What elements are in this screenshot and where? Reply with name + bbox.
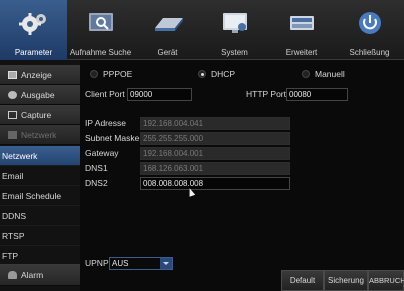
monitor-icon: [8, 71, 17, 79]
alarm-icon: [8, 271, 17, 279]
sidebar-subitem-ftp[interactable]: FTP: [0, 246, 80, 266]
sidebar-item-label: Netzwerk: [21, 130, 57, 140]
dns2-input[interactable]: 008.008.008.008: [140, 177, 290, 190]
sidebar-item-capture[interactable]: Capture: [0, 105, 80, 125]
save-button[interactable]: Sicherung: [324, 270, 368, 291]
sidebar: Anzeige Ausgabe Capture Netzwerk Netzwer…: [0, 60, 80, 291]
gears-icon: [18, 13, 46, 35]
sidebar-subitem-label: Netzwerk: [2, 151, 38, 161]
dns1-label: DNS1: [85, 163, 108, 173]
sidebar-subitem-email[interactable]: Email: [0, 166, 80, 186]
advanced-icon: [289, 16, 314, 30]
radio-manuell[interactable]: Manuell: [302, 69, 345, 79]
http-port-input[interactable]: 00080: [286, 88, 348, 101]
gateway-label: Gateway: [85, 148, 119, 158]
sidebar-item-label: Anzeige: [21, 70, 52, 80]
tab-parameter-label: Parameter: [14, 48, 53, 57]
sidebar-subitem-label: FTP: [2, 251, 19, 261]
upnp-value: AUS: [112, 259, 129, 268]
ip-address-label: IP Adresse: [85, 118, 126, 128]
sidebar-item-alarm[interactable]: Alarm: [0, 264, 80, 286]
tab-schliessung-label: Schließung: [349, 48, 390, 57]
tab-geraet[interactable]: Gerät: [134, 0, 201, 60]
tab-aufnahme-suche-label: Aufnahme Suche: [69, 48, 132, 57]
tab-parameter[interactable]: Parameter: [0, 0, 67, 60]
radio-dhcp[interactable]: DHCP: [198, 69, 235, 79]
http-port-label: HTTP Port: [246, 89, 286, 99]
sidebar-subitem-label: Email: [2, 171, 24, 181]
ip-address-field: IP Adresse 192.168.004.041: [85, 117, 295, 130]
network-icon: [8, 131, 17, 139]
radio-dot-selected: [198, 70, 206, 78]
radio-dot: [302, 70, 310, 78]
power-icon: [358, 12, 381, 34]
search-monitor-icon: [88, 13, 113, 31]
sidebar-subitem-ddns[interactable]: DDNS: [0, 206, 80, 226]
tab-geraet-label: Gerät: [157, 48, 178, 57]
gateway-field: Gateway 192.168.004.001: [85, 147, 295, 160]
network-settings-panel: PPPOE DHCP Manuell Client Port 09000 HTT…: [80, 60, 404, 291]
network-mode-group: PPPOE DHCP Manuell: [80, 68, 404, 82]
subnet-mask-input[interactable]: 255.255.255.000: [140, 132, 290, 145]
sidebar-subitem-label: RTSP: [2, 231, 25, 241]
upnp-label: UPNP: [85, 258, 109, 268]
dns1-input[interactable]: 168.126.063.001: [140, 162, 290, 175]
sidebar-item-label: Alarm: [21, 270, 44, 280]
radio-dot: [90, 70, 98, 78]
http-port-field: HTTP Port 00080: [246, 88, 404, 101]
default-button[interactable]: Default: [281, 270, 324, 291]
sidebar-item-label: Ausgabe: [21, 90, 55, 100]
sidebar-subitem-label: DDNS: [2, 211, 27, 221]
tab-erweitert[interactable]: Erweitert: [268, 0, 335, 60]
tab-aufnahme-suche[interactable]: Aufnahme Suche: [67, 0, 134, 60]
client-port-label: Client Port: [85, 89, 125, 99]
gear-icon: [8, 91, 17, 99]
radio-pppoe[interactable]: PPPOE: [90, 69, 132, 79]
sidebar-item-netzwerk-category[interactable]: Netzwerk: [0, 125, 80, 145]
tab-system-label: System: [221, 48, 248, 57]
client-port-field: Client Port 09000: [85, 88, 195, 101]
dns2-label: DNS2: [85, 178, 108, 188]
upnp-select[interactable]: AUS: [109, 257, 173, 270]
sidebar-item-ausgabe[interactable]: Ausgabe: [0, 85, 80, 105]
radio-manuell-label: Manuell: [315, 69, 345, 79]
ip-address-input[interactable]: 192.168.004.041: [140, 117, 290, 130]
chevron-down-icon: [160, 258, 172, 269]
main-toolbar: Parameter Aufnahme Suche Gerät System Er…: [0, 0, 404, 60]
radio-pppoe-label: PPPOE: [103, 69, 133, 79]
sidebar-subitem-email-schedule[interactable]: Email Schedule: [0, 186, 80, 206]
subnet-mask-field: Subnet Maske 255.255.255.000: [85, 132, 295, 145]
radio-dhcp-label: DHCP: [211, 69, 236, 79]
tab-schliessung[interactable]: Schließung: [335, 0, 404, 60]
sidebar-subitem-rtsp[interactable]: RTSP: [0, 226, 80, 246]
sidebar-subitem-netzwerk[interactable]: Netzwerk: [0, 146, 80, 166]
capture-icon: [8, 111, 17, 119]
hard-drive-icon: [154, 18, 183, 31]
subnet-mask-label: Subnet Maske: [85, 133, 140, 143]
tab-system[interactable]: System: [201, 0, 268, 60]
sidebar-subitem-label: Email Schedule: [2, 191, 62, 201]
client-port-input[interactable]: 09000: [127, 88, 192, 101]
sidebar-item-label: Capture: [21, 110, 52, 120]
cancel-button[interactable]: ABBRUCH: [368, 270, 404, 291]
dns1-field: DNS1 168.126.063.001: [85, 162, 295, 175]
system-monitor-icon: [222, 13, 247, 33]
gateway-input[interactable]: 192.168.004.001: [140, 147, 290, 160]
tab-erweitert-label: Erweitert: [285, 48, 318, 57]
sidebar-item-anzeige[interactable]: Anzeige: [0, 65, 80, 85]
